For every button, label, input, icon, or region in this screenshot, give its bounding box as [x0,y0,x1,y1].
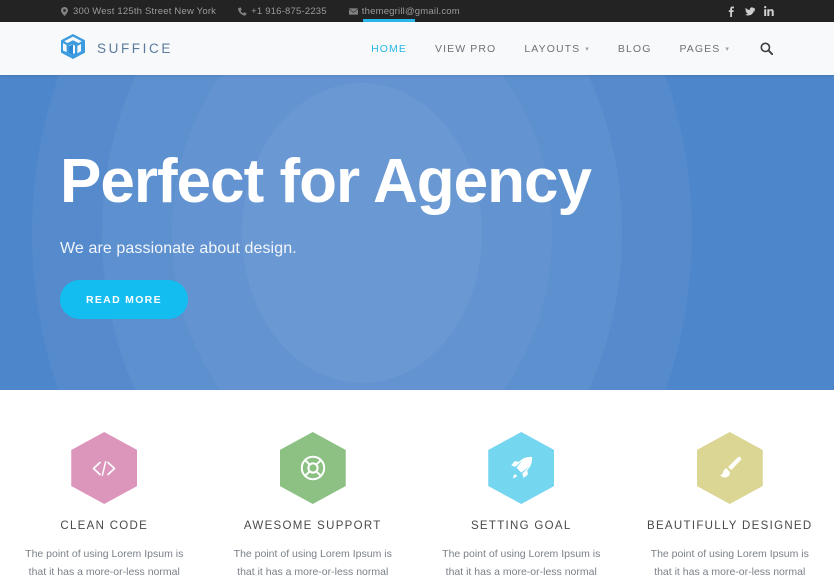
linkedin-icon[interactable] [764,6,774,17]
site-header: SUFFICE HOME VIEW PRO LAYOUTS ▾ BLOG PAG… [0,19,834,75]
contact-email-text: themegrill@gmail.com [361,5,460,17]
nav-item-view-pro-label: VIEW PRO [435,42,497,55]
envelope-icon [348,7,358,16]
nav-item-layouts[interactable]: LAYOUTS ▾ [510,22,604,75]
social-links [726,6,774,17]
feature-card-setting-goal: SETTING GOAL The point of using Lorem Ip… [417,432,626,578]
life-ring-icon [279,432,346,504]
hero-subtitle: We are passionate about design. [60,240,297,257]
top-contact-bar: 300 West 125th Street New York +1 916-87… [0,0,834,22]
feature-text: The point of using Lorem Ipsum is that i… [233,548,392,578]
main-navigation: HOME VIEW PRO LAYOUTS ▾ BLOG PAGES ▾ [357,19,779,75]
rocket-icon [488,432,555,504]
nav-item-pages[interactable]: PAGES ▾ [665,22,744,75]
feature-title: BEAUTIFULLY DESIGNED [646,520,813,532]
code-icon [71,432,138,504]
feature-text: The point of using Lorem Ipsum is that i… [25,548,184,578]
nav-item-pages-label: PAGES [679,42,721,55]
nav-item-layouts-label: LAYOUTS [524,42,581,55]
feature-card-beautifully-designed: BEAUTIFULLY DESIGNED The point of using … [626,432,834,578]
paint-brush-icon [696,432,763,504]
features-section: CLEAN CODE The point of using Lorem Ipsu… [0,390,834,578]
nav-item-blog[interactable]: BLOG [604,22,666,75]
read-more-button[interactable]: READ MORE [60,280,188,319]
feature-text: The point of using Lorem Ipsum is that i… [650,548,809,578]
chevron-down-icon: ▾ [585,46,590,53]
feature-title: AWESOME SUPPORT [243,520,382,532]
brand-name: SUFFICE [97,41,173,56]
nav-item-home[interactable]: HOME [357,19,421,75]
contact-email: themegrill@gmail.com [348,5,460,17]
brand-logo[interactable]: SUFFICE [58,33,173,64]
feature-card-clean-code: CLEAN CODE The point of using Lorem Ipsu… [0,432,209,578]
contact-address: 300 West 125th Street New York [60,6,216,17]
contact-address-text: 300 West 125th Street New York [73,5,217,17]
feature-text: The point of using Lorem Ipsum is that i… [442,548,601,578]
feature-title: SETTING GOAL [470,520,572,532]
contact-phone: +1 916-875-2235 [238,6,327,17]
feature-title: CLEAN CODE [60,520,149,532]
chevron-down-icon: ▾ [725,46,730,53]
contact-phone-text: +1 916-875-2235 [251,5,327,17]
feature-card-awesome-support: AWESOME SUPPORT The point of using Lorem… [209,432,418,578]
hero-banner: Perfect for Agency We are passionate abo… [0,75,834,390]
cube-logo-icon [58,33,88,64]
nav-item-view-pro[interactable]: VIEW PRO [421,22,510,75]
nav-item-blog-label: BLOG [617,42,652,55]
nav-item-home-label: HOME [371,42,408,55]
hero-title: Perfect for Agency [60,147,592,216]
phone-icon [238,6,247,16]
top-contact-list: 300 West 125th Street New York +1 916-87… [60,6,482,17]
search-icon[interactable] [744,22,779,75]
map-pin-icon [60,6,69,16]
twitter-icon[interactable] [745,6,755,17]
hero-content: Perfect for Agency We are passionate abo… [0,75,834,319]
facebook-icon[interactable] [726,6,736,17]
